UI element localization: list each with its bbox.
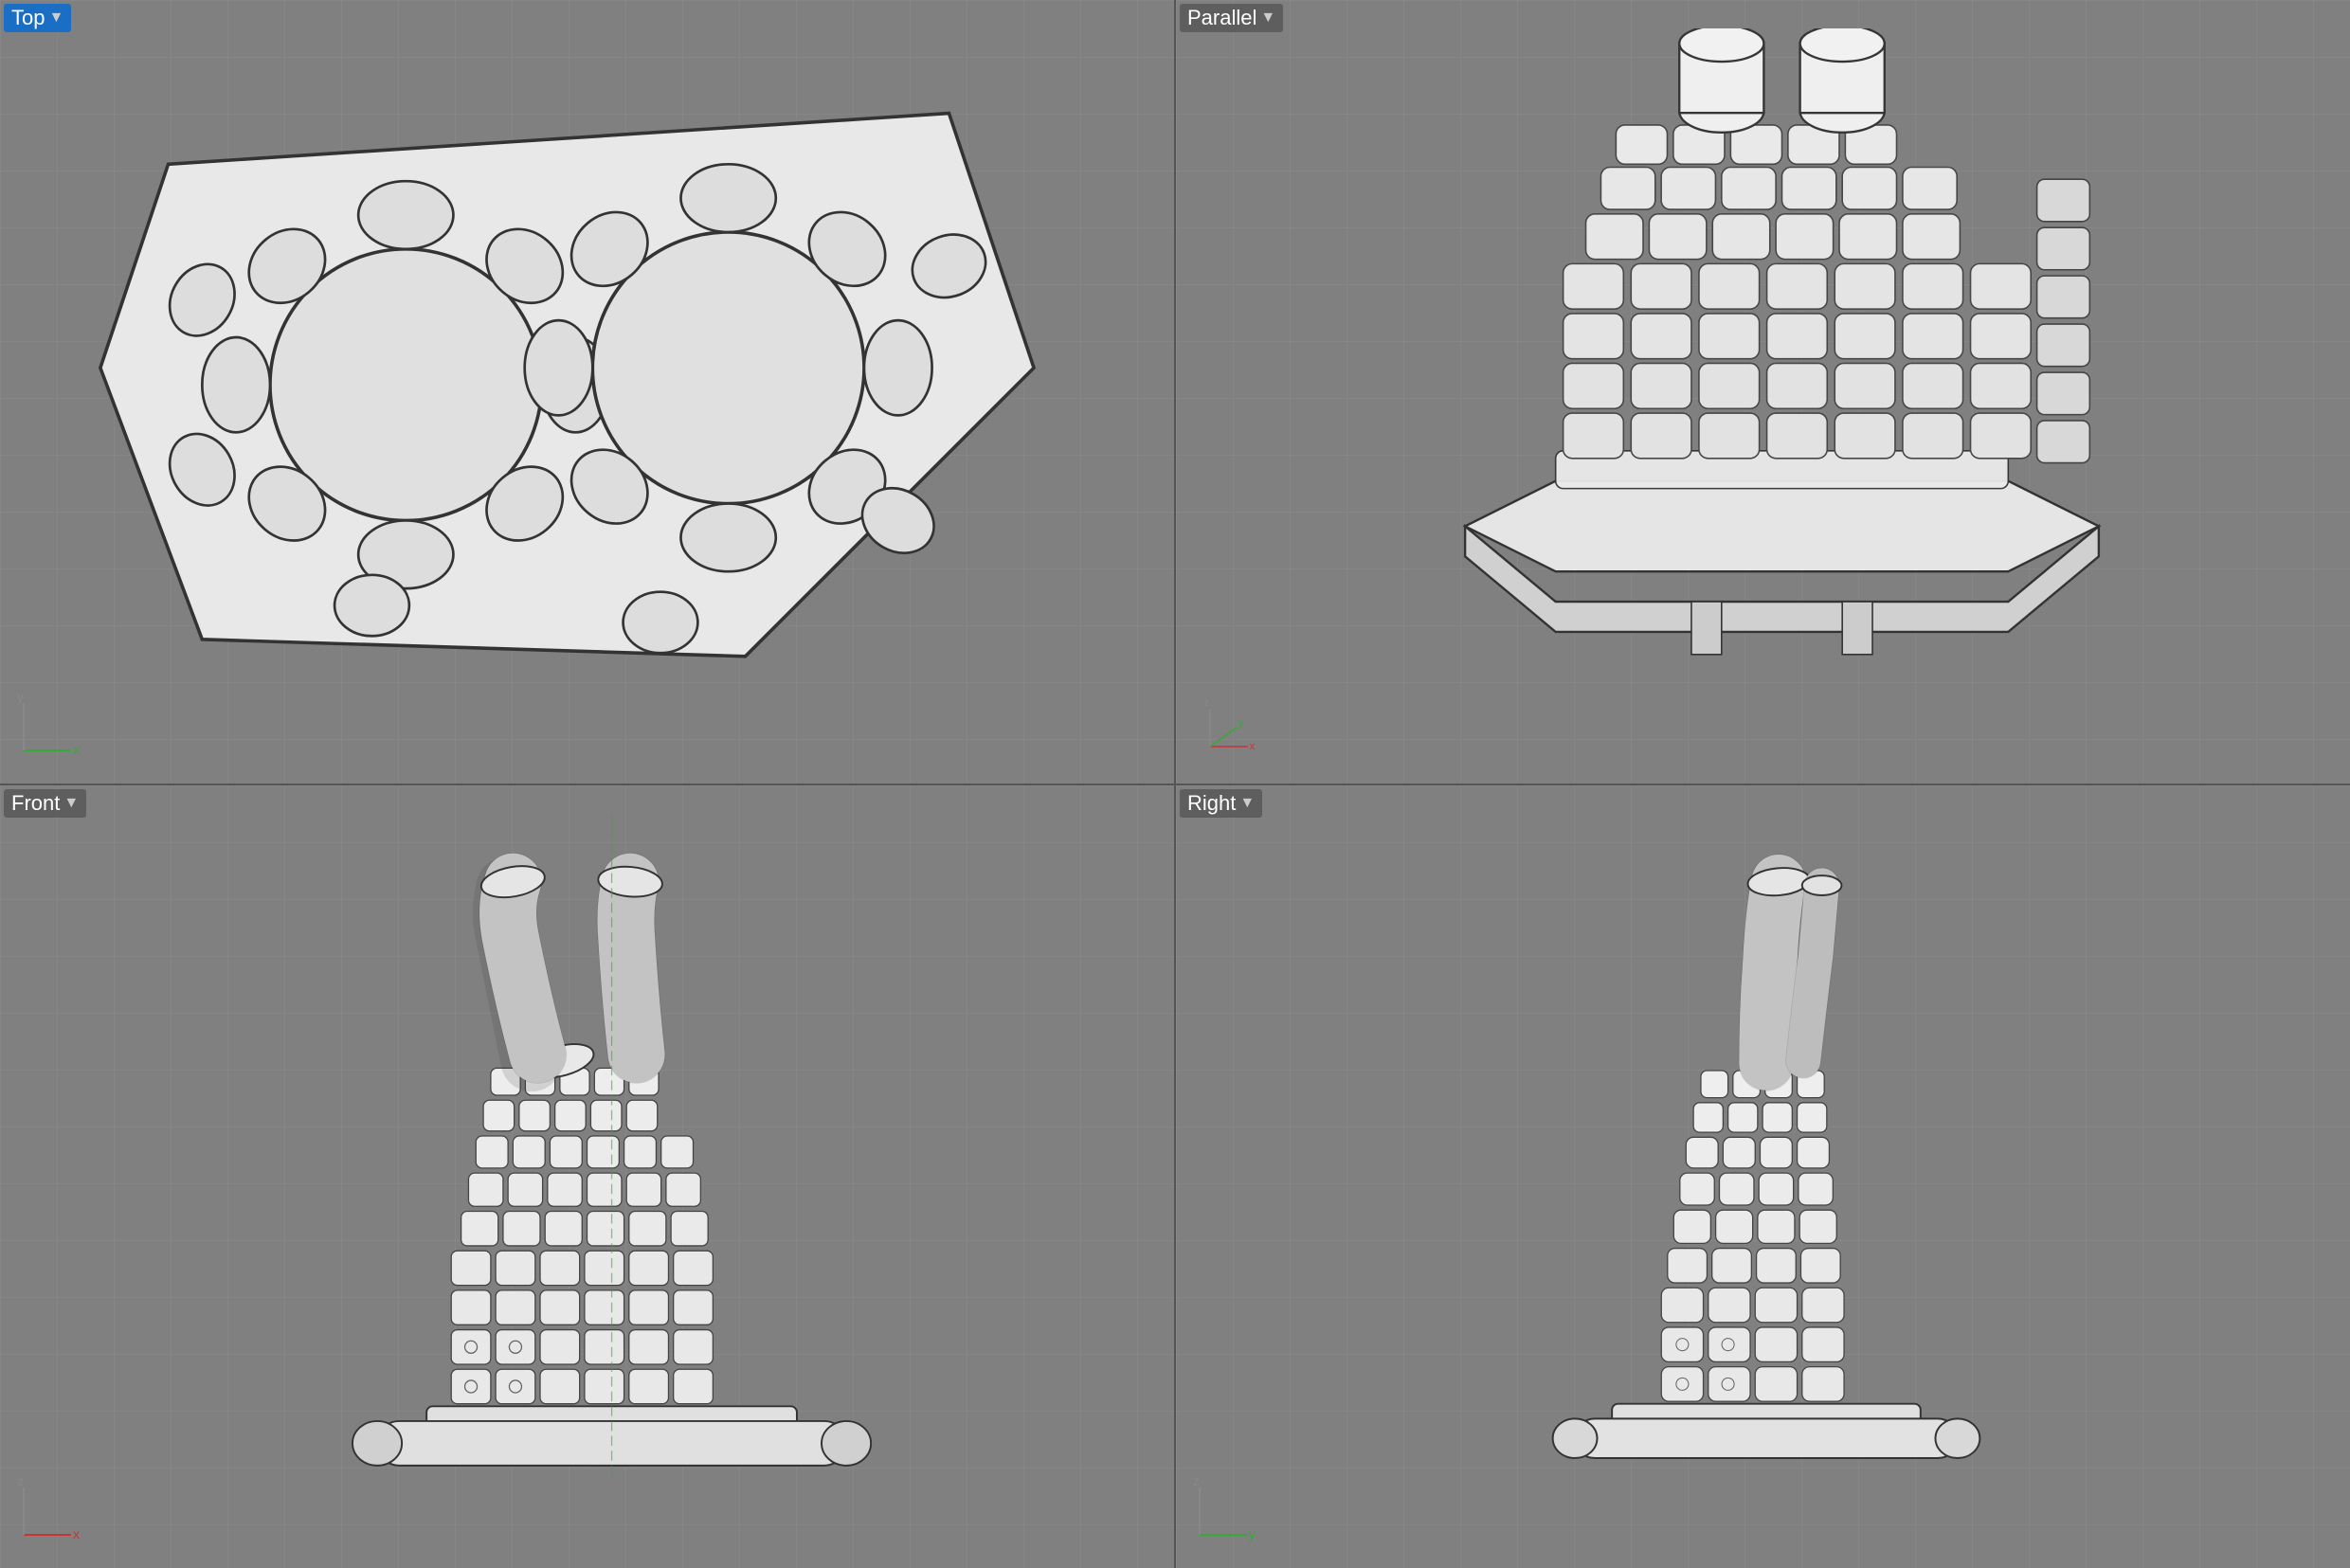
viewport-right-label[interactable]: Right ▼ xyxy=(1180,789,1262,818)
parallel-label-text: Parallel xyxy=(1187,6,1256,30)
svg-text:x: x xyxy=(1250,741,1256,752)
top-axes: x y xyxy=(14,694,90,769)
right-view-model xyxy=(1252,814,2293,1493)
svg-text:y: y xyxy=(17,694,24,704)
parallel-axes: x y z xyxy=(1195,694,1271,769)
parallel-view-svg xyxy=(1233,28,2331,708)
viewport-parallel-label[interactable]: Parallel ▼ xyxy=(1180,4,1283,32)
front-axes: x z xyxy=(14,1478,90,1554)
top-label-text: Top xyxy=(11,6,45,30)
top-dropdown-arrow[interactable]: ▼ xyxy=(48,9,63,27)
right-label-text: Right xyxy=(1187,791,1236,816)
svg-text:x: x xyxy=(73,1526,80,1541)
viewport-front[interactable]: Front ▼ xyxy=(0,785,1174,1568)
viewport-parallel[interactable]: Parallel ▼ xyxy=(1176,0,2350,784)
svg-text:y: y xyxy=(1249,1526,1256,1541)
front-label-text: Front xyxy=(11,791,60,816)
svg-text:y: y xyxy=(1238,717,1244,729)
svg-text:x: x xyxy=(73,742,80,757)
right-view-svg xyxy=(1252,814,2293,1493)
parallel-view-model xyxy=(1233,28,2331,708)
viewport-front-label[interactable]: Front ▼ xyxy=(4,789,86,818)
viewport-right[interactable]: Right ▼ xyxy=(1176,785,2350,1568)
top-view-svg xyxy=(19,28,1098,708)
front-dropdown-arrow[interactable]: ▼ xyxy=(63,795,79,812)
viewport-grid: Top ▼ xyxy=(0,0,2350,1568)
viewport-top-label[interactable]: Top ▼ xyxy=(4,4,71,32)
top-view-model xyxy=(19,28,1098,708)
svg-text:z: z xyxy=(17,1478,24,1488)
right-axes: y z xyxy=(1190,1478,1266,1554)
front-view-svg xyxy=(76,814,1098,1493)
svg-text:z: z xyxy=(1204,696,1210,708)
front-view-model xyxy=(76,814,1098,1493)
parallel-dropdown-arrow[interactable]: ▼ xyxy=(1260,9,1275,27)
right-dropdown-arrow[interactable]: ▼ xyxy=(1239,795,1255,812)
svg-text:z: z xyxy=(1193,1478,1200,1488)
viewport-top[interactable]: Top ▼ xyxy=(0,0,1174,784)
